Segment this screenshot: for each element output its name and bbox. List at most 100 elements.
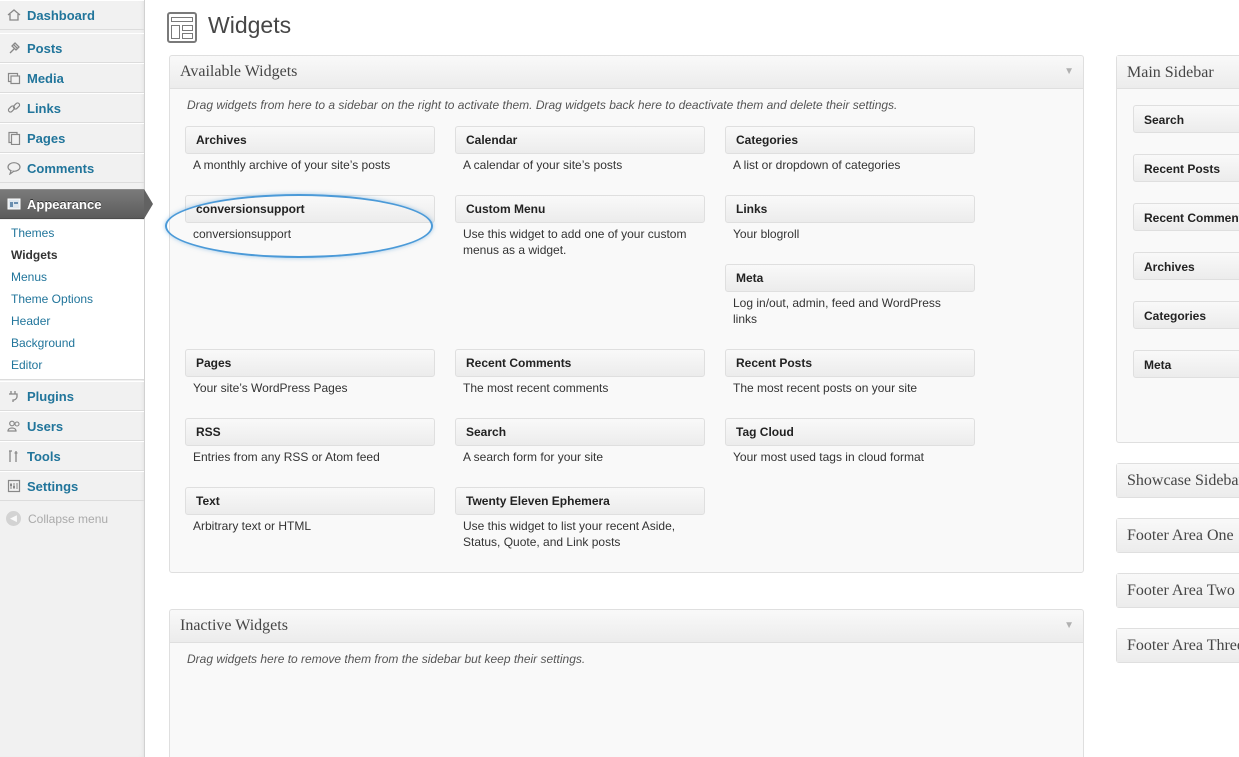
menu-links[interactable]: Links bbox=[0, 93, 144, 123]
users-icon bbox=[5, 417, 23, 435]
inactive-widgets-title: Inactive Widgets bbox=[180, 617, 288, 634]
widget-description: A calendar of your site’s posts bbox=[463, 158, 623, 172]
main-sidebar-title[interactable]: Main Sidebar bbox=[1117, 56, 1239, 89]
widget-rss[interactable]: RSS Entries from any RSS or Atom feed bbox=[185, 418, 435, 465]
widget-title[interactable]: Recent Comments bbox=[455, 349, 705, 377]
widget-tag-cloud[interactable]: Tag Cloud Your most used tags in cloud f… bbox=[725, 418, 975, 465]
sidebar-widget-recent-posts[interactable]: Recent Posts bbox=[1133, 154, 1239, 182]
widget-calendar[interactable]: Calendar A calendar of your site’s posts bbox=[455, 126, 705, 173]
widget-title[interactable]: Custom Menu bbox=[455, 195, 705, 223]
collapse-arrow-icon[interactable]: ▼ bbox=[1064, 66, 1074, 77]
current-menu-arrow bbox=[144, 189, 153, 219]
menu-dashboard[interactable]: Dashboard bbox=[0, 0, 144, 30]
widget-conversionsupport[interactable]: conversionsupport conversionsupport bbox=[185, 195, 435, 242]
widget-title[interactable]: Pages bbox=[185, 349, 435, 377]
sidebar-widget-archives[interactable]: Archives bbox=[1133, 252, 1239, 280]
submenu-background[interactable]: Background bbox=[11, 336, 75, 350]
widget-search[interactable]: Search A search form for your site bbox=[455, 418, 705, 465]
widget-title[interactable]: Meta bbox=[725, 264, 975, 292]
inactive-widgets-header[interactable]: Inactive Widgets ▼ bbox=[170, 610, 1083, 643]
widget-description: Use this widget to list your recent Asid… bbox=[463, 519, 676, 549]
showcase-sidebar-panel[interactable]: Showcase Sidebar bbox=[1116, 463, 1239, 498]
submenu-menus[interactable]: Menus bbox=[11, 270, 47, 284]
sidebar-title[interactable]: Footer Area One bbox=[1117, 519, 1239, 552]
widget-meta[interactable]: Meta Log in/out, admin, feed and WordPre… bbox=[725, 264, 975, 327]
menu-label: Users bbox=[27, 418, 64, 434]
plug-icon bbox=[5, 387, 23, 405]
collapse-arrow-icon: ◀ bbox=[6, 511, 21, 526]
widget-title[interactable]: Links bbox=[725, 195, 975, 223]
menu-label: Plugins bbox=[27, 388, 74, 404]
widget-description: Entries from any RSS or Atom feed bbox=[193, 450, 380, 464]
sidebar-widget-categories[interactable]: Categories bbox=[1133, 301, 1239, 329]
menu-comments[interactable]: Comments bbox=[0, 153, 144, 183]
media-icon bbox=[5, 69, 23, 87]
widget-title[interactable]: Twenty Eleven Ephemera bbox=[455, 487, 705, 515]
submenu-theme-options[interactable]: Theme Options bbox=[11, 292, 93, 306]
menu-posts[interactable]: Posts bbox=[0, 33, 144, 63]
menu-media[interactable]: Media bbox=[0, 63, 144, 93]
available-widgets-description: Drag widgets from here to a sidebar on t… bbox=[187, 98, 898, 112]
widget-custom-menu[interactable]: Custom Menu Use this widget to add one o… bbox=[455, 195, 705, 258]
widget-pages[interactable]: Pages Your site’s WordPress Pages bbox=[185, 349, 435, 396]
dashboard-icon bbox=[5, 6, 23, 24]
collapse-menu-button[interactable]: ◀ Collapse menu bbox=[6, 511, 108, 526]
widget-description: The most recent posts on your site bbox=[733, 381, 918, 395]
widget-title[interactable]: Archives bbox=[185, 126, 435, 154]
inactive-widgets-panel: Inactive Widgets ▼ Drag widgets here to … bbox=[169, 609, 1084, 757]
widget-recent-comments[interactable]: Recent Comments The most recent comments bbox=[455, 349, 705, 396]
menu-settings[interactable]: Settings bbox=[0, 471, 144, 501]
widget-archives[interactable]: Archives A monthly archive of your site’… bbox=[185, 126, 435, 173]
widget-title[interactable]: Tag Cloud bbox=[725, 418, 975, 446]
submenu-editor[interactable]: Editor bbox=[11, 358, 42, 372]
collapse-arrow-icon[interactable]: ▼ bbox=[1064, 620, 1074, 631]
footer-area-one-panel[interactable]: Footer Area One bbox=[1116, 518, 1239, 553]
footer-area-three-panel[interactable]: Footer Area Three bbox=[1116, 628, 1239, 663]
sidebar-title[interactable]: Showcase Sidebar bbox=[1117, 464, 1239, 497]
menu-label: Dashboard bbox=[27, 7, 95, 23]
menu-pages[interactable]: Pages bbox=[0, 123, 144, 153]
widget-twenty-eleven-ephemera[interactable]: Twenty Eleven Ephemera Use this widget t… bbox=[455, 487, 705, 550]
widget-recent-posts[interactable]: Recent Posts The most recent posts on yo… bbox=[725, 349, 975, 396]
sidebar-title[interactable]: Footer Area Three bbox=[1117, 629, 1239, 662]
footer-area-two-panel[interactable]: Footer Area Two bbox=[1116, 573, 1239, 608]
menu-label: Pages bbox=[27, 130, 66, 146]
submenu-widgets[interactable]: Widgets bbox=[11, 248, 58, 262]
widget-title[interactable]: conversionsupport bbox=[185, 195, 435, 223]
sidebar-widget-search[interactable]: Search bbox=[1133, 105, 1239, 133]
sidebar-widget-meta[interactable]: Meta bbox=[1133, 350, 1239, 378]
widget-title[interactable]: Recent Posts bbox=[725, 349, 975, 377]
menu-appearance[interactable]: Appearance bbox=[0, 189, 144, 219]
menu-users[interactable]: Users bbox=[0, 411, 144, 441]
submenu-header[interactable]: Header bbox=[11, 314, 50, 328]
widget-description: The most recent comments bbox=[463, 381, 609, 395]
settings-icon bbox=[5, 477, 23, 495]
sidebar-title[interactable]: Footer Area Two bbox=[1117, 574, 1239, 607]
widgets-page-icon bbox=[167, 12, 197, 43]
widget-description: A list or dropdown of categories bbox=[733, 158, 901, 172]
page-title: Widgets bbox=[208, 12, 292, 38]
widget-title[interactable]: Text bbox=[185, 487, 435, 515]
widget-categories[interactable]: Categories A list or dropdown of categor… bbox=[725, 126, 975, 173]
tools-icon bbox=[5, 447, 23, 465]
widget-text[interactable]: Text Arbitrary text or HTML bbox=[185, 487, 435, 534]
widget-title[interactable]: Categories bbox=[725, 126, 975, 154]
pages-icon bbox=[5, 129, 23, 147]
menu-label: Posts bbox=[27, 40, 63, 56]
appearance-icon bbox=[5, 195, 23, 213]
available-widgets-header[interactable]: Available Widgets ▼ bbox=[170, 56, 1083, 89]
widget-title[interactable]: Calendar bbox=[455, 126, 705, 154]
widget-links[interactable]: Links Your blogroll bbox=[725, 195, 975, 242]
widget-title[interactable]: Search bbox=[455, 418, 705, 446]
menu-label: Media bbox=[27, 70, 64, 86]
collapse-menu-label: Collapse menu bbox=[28, 511, 109, 526]
menu-label: Tools bbox=[27, 448, 61, 464]
widget-title[interactable]: RSS bbox=[185, 418, 435, 446]
pushpin-icon bbox=[5, 39, 23, 57]
link-icon bbox=[5, 99, 23, 117]
sidebar-widget-recent-comments[interactable]: Recent Comments bbox=[1133, 203, 1239, 231]
menu-tools[interactable]: Tools bbox=[0, 441, 144, 471]
menu-label: Links bbox=[27, 100, 61, 116]
menu-plugins[interactable]: Plugins bbox=[0, 381, 144, 411]
submenu-themes[interactable]: Themes bbox=[11, 226, 54, 240]
